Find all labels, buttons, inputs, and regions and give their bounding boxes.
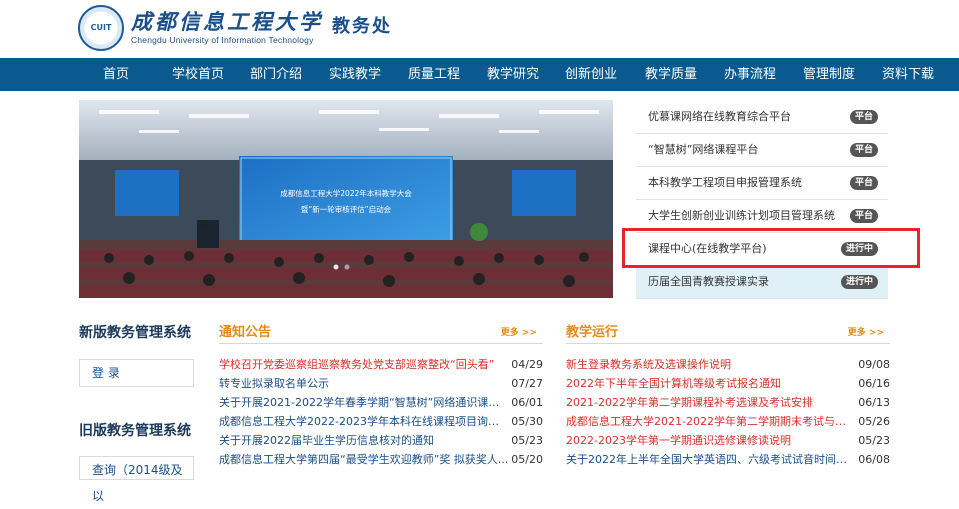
teaching-item[interactable]: 2022年下半年全国计算机等级考试报名通知 06/16 <box>566 374 890 393</box>
portal-item-label: “智慧树”网络课程平台 <box>648 143 759 156</box>
teaching-item[interactable]: 2021-2022学年第二学期课程补考选课及考试安排 06/13 <box>566 393 890 412</box>
notice-item-text: 成都信息工程大学2022-2023学年本科在线课程项目询价公示 <box>219 415 509 428</box>
notice-more-link[interactable]: 更多 >> <box>501 325 537 338</box>
login-button[interactable]: 登 录 <box>79 359 194 387</box>
teaching-more-link[interactable]: 更多 >> <box>848 325 884 338</box>
notice-item-date: 05/30 <box>511 415 543 428</box>
teaching-item[interactable]: 成都信息工程大学2021-2022学年第二学期期末考试与暑假... 05/26 <box>566 412 890 431</box>
teaching-item-text: 2022-2023学年第一学期通识选修课修读说明 <box>566 434 791 447</box>
main-nav: 首页 学校首页 部门介绍 实践教学 质量工程 教学研究 创新创业 教学质量 办事… <box>0 58 959 91</box>
teaching-item-date: 09/08 <box>858 358 890 371</box>
query-button[interactable]: 查询（2014级及以 <box>79 456 194 503</box>
teaching-header: 教学运行 更多 >> <box>566 321 890 344</box>
nav-item-downloads[interactable]: 资料下载 <box>875 58 941 91</box>
teaching-item[interactable]: 2022-2023学年第一学期通识选修课修读说明 05/23 <box>566 431 890 450</box>
portal-item-teaching-competition[interactable]: 历届全国青教赛授课实录 进行中 <box>636 265 888 299</box>
teaching-item[interactable]: 关于2022年上半年全国大学英语四、六级考试试音时间安排... 06/08 <box>566 450 890 469</box>
conference-photo: 成都信息工程大学2022年本科教学大会 暨“新一轮审核评估”启动会 <box>79 100 613 298</box>
notice-item-date: 05/23 <box>511 434 543 447</box>
teaching-item-text: 成都信息工程大学2021-2022学年第二学期期末考试与暑假... <box>566 415 856 428</box>
portal-item-label: 优慕课网络在线教育综合平台 <box>648 110 791 123</box>
nav-item-practice[interactable]: 实践教学 <box>322 58 388 91</box>
notice-item-text: 成都信息工程大学第四届“最受学生欢迎教师”奖 拟获奖人... <box>219 453 509 466</box>
teaching-item-date: 06/16 <box>858 377 890 390</box>
teaching-title: 教学运行 <box>566 325 619 340</box>
notice-item-text: 学校召开党委巡察组巡察教务处党支部巡察整改“回头看” <box>219 358 495 371</box>
notice-item[interactable]: 关于开展2022届毕业生学历信息核对的通知 05/23 <box>219 431 543 450</box>
notice-header: 通知公告 更多 >> <box>219 321 543 344</box>
notice-item[interactable]: 学校召开党委巡察组巡察教务处党支部巡察整改“回头看” 04/29 <box>219 355 543 374</box>
notice-item[interactable]: 转专业拟录取名单公示 07/27 <box>219 374 543 393</box>
notice-item-text: 转专业拟录取名单公示 <box>219 377 329 390</box>
nav-item-school-home[interactable]: 学校首页 <box>163 58 233 91</box>
teaching-item[interactable]: 新生登录教务系统及选课操作说明 09/08 <box>566 355 890 374</box>
teaching-item-text: 新生登录教务系统及选课操作说明 <box>566 358 731 371</box>
notice-item[interactable]: 成都信息工程大学第四届“最受学生欢迎教师”奖 拟获奖人... 05/20 <box>219 450 543 469</box>
portal-item-umooc[interactable]: 优慕课网络在线教育综合平台 平台 <box>636 100 888 134</box>
nav-item-quality-engineering[interactable]: 质量工程 <box>401 58 467 91</box>
screen-text-line1: 成都信息工程大学2022年本科教学大会 <box>280 188 412 198</box>
portal-status-badge: 进行中 <box>840 275 878 289</box>
teaching-item-text: 2022年下半年全国计算机等级考试报名通知 <box>566 377 781 390</box>
portal-status-badge: 平台 <box>849 110 878 124</box>
department-name: 教务处 <box>332 16 392 37</box>
nav-item-regulations[interactable]: 管理制度 <box>796 58 862 91</box>
teaching-item-date: 05/26 <box>858 415 890 428</box>
teaching-item-date: 05/23 <box>858 434 890 447</box>
portal-status-badge: 平台 <box>849 176 878 190</box>
notice-item-text: 关于开展2022届毕业生学历信息核对的通知 <box>219 434 434 447</box>
seal-text: CUIT <box>90 23 112 32</box>
teaching-item-date: 06/08 <box>858 453 890 466</box>
teaching-item-date: 06/13 <box>858 396 890 409</box>
new-system-title: 新版教务管理系统 <box>79 325 191 341</box>
portal-status-badge: 平台 <box>849 209 878 223</box>
portal-item-project-system[interactable]: 本科教学工程项目申报管理系统 平台 <box>636 166 888 200</box>
university-seal-logo[interactable]: CUIT <box>78 5 124 51</box>
notice-title: 通知公告 <box>219 325 272 340</box>
portal-item-label: 历届全国青教赛授课实录 <box>648 275 769 288</box>
university-name-en: Chengdu University of Information Techno… <box>131 35 314 45</box>
teaching-item-text: 2021-2022学年第二学期课程补考选课及考试安排 <box>566 396 813 409</box>
highlight-box <box>622 228 920 268</box>
banner-slideshow[interactable]: 成都信息工程大学2022年本科教学大会 暨“新一轮审核评估”启动会 <box>79 100 613 298</box>
nav-item-research[interactable]: 教学研究 <box>480 58 546 91</box>
old-system-title: 旧版教务管理系统 <box>79 423 191 439</box>
nav-item-home[interactable]: 首页 <box>85 58 147 91</box>
portal-item-label: 本科教学工程项目申报管理系统 <box>648 176 802 189</box>
nav-item-procedures[interactable]: 办事流程 <box>717 58 783 91</box>
notice-item[interactable]: 关于开展2021-2022学年春季学期“智慧树”网络通识课程... 06/01 <box>219 393 543 412</box>
portal-status-badge: 平台 <box>849 143 878 157</box>
notice-item-date: 06/01 <box>511 396 543 409</box>
portal-item-zhihuishu[interactable]: “智慧树”网络课程平台 平台 <box>636 133 888 167</box>
teaching-item-text: 关于2022年上半年全国大学英语四、六级考试试音时间安排... <box>566 453 856 466</box>
screen-text-line2: 暨“新一轮审核评估”启动会 <box>301 204 392 214</box>
notice-item-date: 07/27 <box>511 377 543 390</box>
notice-item[interactable]: 成都信息工程大学2022-2023学年本科在线课程项目询价公示 05/30 <box>219 412 543 431</box>
nav-item-about[interactable]: 部门介绍 <box>243 58 309 91</box>
university-name-cn: 成都信息工程大学 <box>131 9 323 34</box>
notice-item-text: 关于开展2021-2022学年春季学期“智慧树”网络通识课程... <box>219 396 509 409</box>
nav-item-teaching-quality[interactable]: 教学质量 <box>638 58 704 91</box>
nav-item-innovation[interactable]: 创新创业 <box>558 58 624 91</box>
notice-item-date: 05/20 <box>511 453 543 466</box>
notice-item-date: 04/29 <box>511 358 543 371</box>
site-header: CUIT 成都信息工程大学 Chengdu University of Info… <box>0 0 959 58</box>
